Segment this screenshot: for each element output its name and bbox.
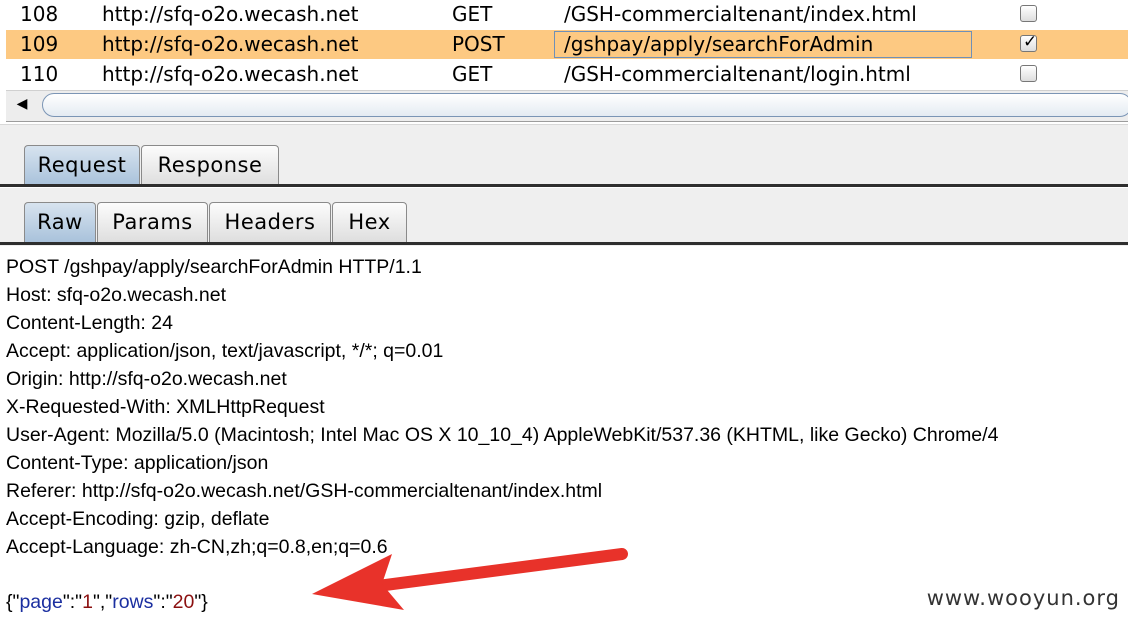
history-table: 108 http://sfq-o2o.wecash.net GET /GSH-c…: [0, 0, 1128, 90]
row-checkbox-checked[interactable]: ✓: [1020, 32, 1037, 52]
header-line: Host: sfq-o2o.wecash.net: [6, 284, 227, 306]
header-line: User-Agent: Mozilla/5.0 (Macintosh; Inte…: [6, 424, 999, 446]
row-method: GET: [452, 2, 493, 26]
main-tab-bar: Request Response: [0, 124, 1128, 187]
header-line: Accept: application/json, text/javascrip…: [6, 340, 444, 362]
json-punct: ",": [92, 591, 113, 613]
row-checkbox[interactable]: [1020, 5, 1037, 22]
sub-tab-bar: Raw Params Headers Hex: [0, 188, 1128, 246]
row-method: GET: [452, 62, 493, 86]
tab-hex[interactable]: Hex: [332, 202, 407, 242]
header-line: X-Requested-With: XMLHttpRequest: [6, 396, 325, 418]
row-url: /GSH-commercialtenant/index.html: [564, 2, 917, 26]
row-checkbox[interactable]: [1020, 65, 1037, 82]
header-line: Content-Length: 24: [6, 312, 173, 334]
row-number: 108: [20, 2, 59, 26]
tab-headers[interactable]: Headers: [209, 202, 331, 242]
row-number: 109: [20, 32, 59, 56]
json-punct: "}: [194, 591, 208, 613]
row-number: 110: [20, 62, 59, 86]
json-punct: {": [6, 591, 20, 613]
header-line: Referer: http://sfq-o2o.wecash.net/GSH-c…: [6, 480, 603, 502]
row-host: http://sfq-o2o.wecash.net: [102, 62, 359, 86]
row-host: http://sfq-o2o.wecash.net: [102, 32, 359, 56]
row-method: POST: [452, 32, 505, 56]
request-line: POST /gshpay/apply/searchForAdmin HTTP/1…: [6, 256, 422, 278]
row-host: http://sfq-o2o.wecash.net: [102, 2, 359, 26]
json-key: rows: [112, 591, 154, 613]
tab-response[interactable]: Response: [141, 145, 279, 185]
checkmark-icon: ✓: [1023, 32, 1038, 52]
json-punct: ":": [62, 591, 83, 613]
tab-divider: [0, 184, 1128, 187]
row-url: /gshpay/apply/searchForAdmin: [564, 32, 874, 56]
json-value: 1: [82, 591, 93, 613]
json-key: page: [19, 591, 63, 613]
horizontal-scrollbar[interactable]: ◀: [6, 90, 1128, 122]
tab-raw[interactable]: Raw: [24, 202, 96, 242]
table-row-selected[interactable]: 109 http://sfq-o2o.wecash.net POST /gshp…: [6, 30, 1128, 59]
tab-divider: [0, 242, 1128, 245]
header-line: Content-Type: application/json: [6, 452, 269, 474]
tab-request[interactable]: Request: [24, 145, 140, 185]
watermark: www.wooyun.org: [926, 586, 1120, 610]
json-punct: ":": [153, 591, 173, 613]
row-url: /GSH-commercialtenant/login.html: [564, 62, 911, 86]
json-value: 20: [172, 591, 195, 613]
header-line: Accept-Encoding: gzip, deflate: [6, 508, 270, 530]
scrollbar-thumb[interactable]: [42, 93, 1128, 117]
header-line: Origin: http://sfq-o2o.wecash.net: [6, 368, 287, 390]
request-body: {"page":"1","rows":"20"}: [6, 588, 208, 616]
table-row[interactable]: 108 http://sfq-o2o.wecash.net GET /GSH-c…: [6, 0, 1128, 29]
annotation-arrow-icon: [312, 548, 628, 610]
table-row[interactable]: 110 http://sfq-o2o.wecash.net GET /GSH-c…: [6, 60, 1128, 89]
tab-params[interactable]: Params: [97, 202, 208, 242]
scroll-left-icon[interactable]: ◀: [10, 96, 34, 112]
